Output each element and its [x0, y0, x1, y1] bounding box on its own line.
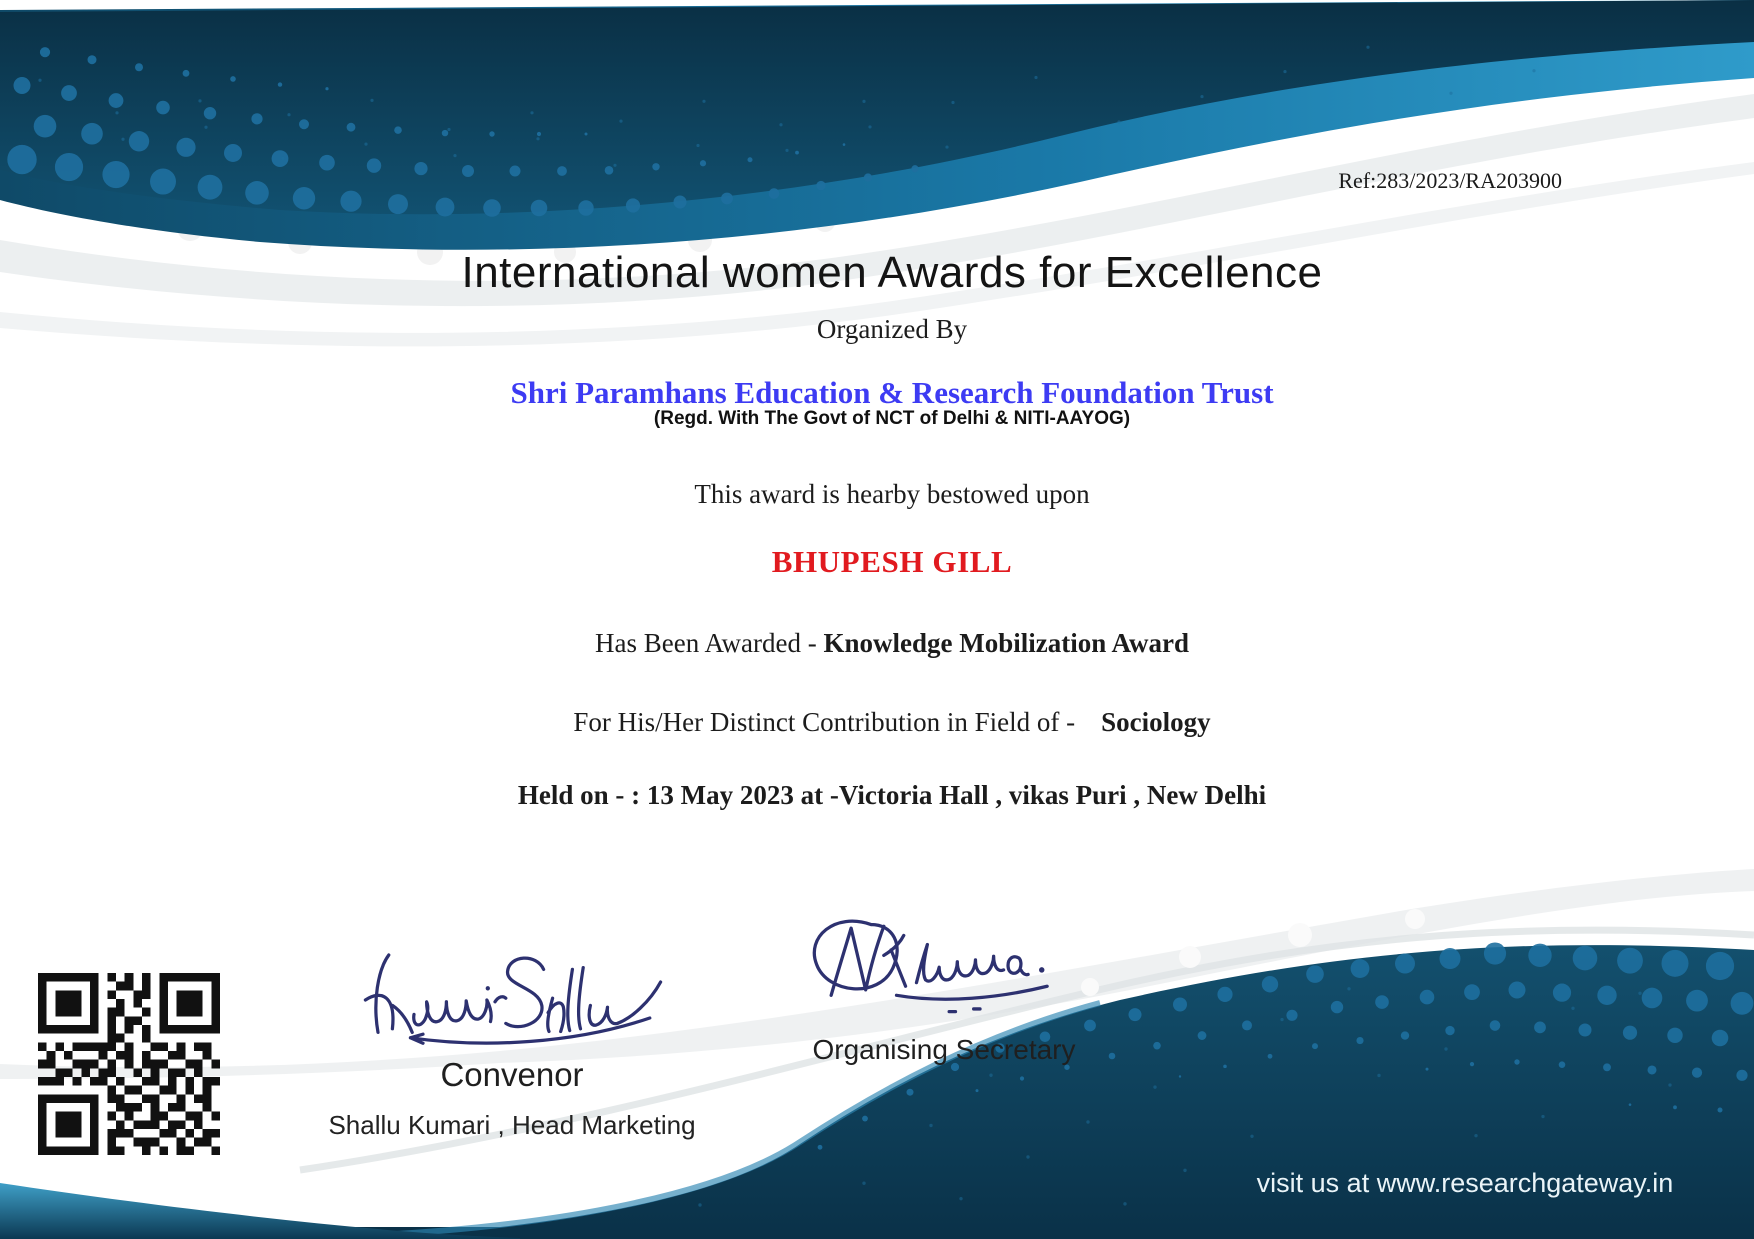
footer-website-text: visit us at www.researchgateway.in [1250, 1168, 1680, 1199]
header-wave-graphic [0, 0, 1754, 470]
field-name: Sociology [1101, 707, 1211, 737]
convenor-signature [348, 946, 678, 1054]
secretary-signature [792, 910, 1070, 1028]
reference-number: Ref:283/2023/RA203900 [1338, 168, 1562, 194]
award-name: Knowledge Mobilization Award [823, 628, 1189, 658]
qr-code-icon [38, 973, 220, 1155]
convenor-detail-label: Shallu Kumari , Head Marketing [320, 1110, 704, 1141]
field-prefix: For His/Her Distinct Contribution in Fie… [573, 707, 1075, 737]
award-line: Has Been Awarded - Knowledge Mobilizatio… [30, 628, 1754, 659]
award-prefix: Has Been Awarded - [595, 628, 823, 658]
convenor-role-label: Convenor [372, 1056, 652, 1094]
event-date-venue: Held on - : 13 May 2023 at -Victoria Hal… [30, 780, 1754, 811]
field-line: For His/Her Distinct Contribution in Fie… [30, 707, 1754, 738]
recipient-name: BHUPESH GILL [30, 544, 1754, 580]
bestowed-line: This award is hearby bestowed upon [30, 479, 1754, 510]
qr-code-matrix [38, 973, 220, 1155]
secretary-role-label: Organising Secretary [788, 1034, 1100, 1066]
